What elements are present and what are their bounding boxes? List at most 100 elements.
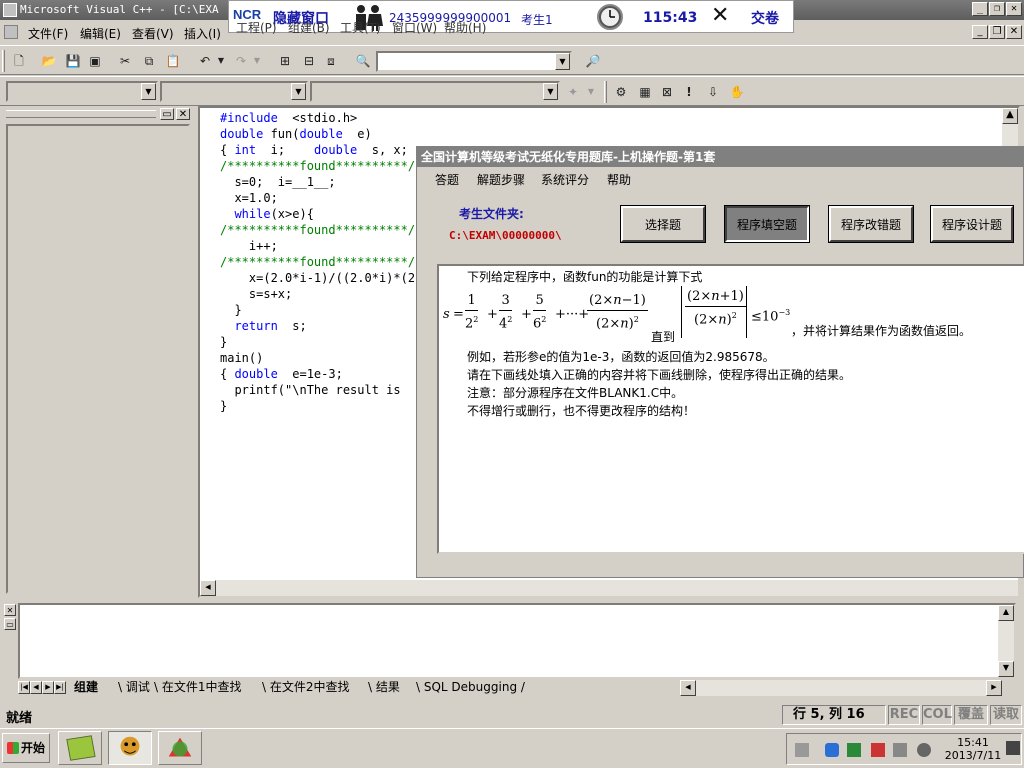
output-scroll-left-icon[interactable]: ◀ xyxy=(680,680,696,696)
editor-horizontal-scrollbar[interactable]: ◀ xyxy=(200,580,1018,596)
dialog-title[interactable]: 全国计算机等级考试无纸化专用题库-上机操作题-第1套 xyxy=(417,147,1024,167)
tab-sql-debugging[interactable]: \ SQL Debugging / xyxy=(416,680,525,696)
close-button[interactable]: ✕ xyxy=(1006,2,1022,16)
menu-window[interactable]: 窗口(W) xyxy=(392,19,437,36)
find-in-files-icon[interactable]: 🔍 xyxy=(354,52,372,70)
cursor-position: 行 5, 列 16 xyxy=(782,705,886,725)
tab-results[interactable]: \ 结果 xyxy=(368,680,400,696)
menu-file[interactable]: 文件(F) xyxy=(28,25,68,42)
members-combo[interactable]: ▼ xyxy=(310,81,560,102)
menu-edit[interactable]: 编辑(E) xyxy=(80,25,121,42)
workspace-header[interactable]: ▭ ✕ xyxy=(4,106,192,124)
question-text-area[interactable]: 下列给定程序中，函数fun的功能是计算下式 s = 1 22 + 3 42 + 56… xyxy=(437,264,1024,554)
scroll-left-icon[interactable]: ◀ xyxy=(200,580,216,596)
tab-find-in-files-2[interactable]: \ 在文件2中查找 xyxy=(262,680,350,696)
tab-find-in-files-1[interactable]: \ 在文件1中查找 xyxy=(154,680,242,696)
compile-icon[interactable]: ⚙ xyxy=(612,83,630,101)
device-icon[interactable] xyxy=(893,743,907,757)
choice-questions-button[interactable]: 选择题 xyxy=(620,205,706,243)
read-only-indicator: 读取 xyxy=(990,705,1022,725)
network-error-icon[interactable] xyxy=(871,743,885,757)
output-window-icon[interactable]: ⊟ xyxy=(300,52,318,70)
start-button[interactable]: 开始 xyxy=(2,733,50,763)
menu-bar: 文件(F) 编辑(E) 查看(V) 插入(I) 工程(P) 组建(B) 工具(T… xyxy=(0,19,1024,44)
tray-app-icon[interactable] xyxy=(847,743,861,757)
code-line[interactable]: #include <stdio.h> xyxy=(220,110,466,126)
save-all-icon[interactable]: ▣ xyxy=(86,52,104,70)
output-close-icon[interactable]: ✕ xyxy=(4,604,16,616)
output-maximize-icon[interactable]: ▭ xyxy=(4,618,16,630)
filter-combo[interactable]: ▼ xyxy=(160,81,308,102)
cut-icon[interactable]: ✂ xyxy=(116,52,134,70)
dialog-menu-answer[interactable]: 答题 xyxy=(435,171,459,188)
security-shield-icon[interactable] xyxy=(825,743,839,757)
menu-view[interactable]: 查看(V) xyxy=(132,25,174,42)
workspace-tree[interactable] xyxy=(6,124,190,594)
find-combo[interactable]: ▼ xyxy=(376,51,572,72)
paste-icon[interactable]: 📋 xyxy=(164,52,182,70)
class-combo[interactable]: ▼ xyxy=(6,81,158,102)
breakpoint-hand-icon[interactable]: ✋ xyxy=(728,83,746,101)
find-icon[interactable]: 🔎 xyxy=(584,52,602,70)
undo-dropdown-icon[interactable]: ▼ xyxy=(212,52,230,70)
build-icon[interactable]: ▦ xyxy=(636,83,654,101)
output-scroll-right-icon[interactable]: ▶ xyxy=(986,680,1002,696)
output-window[interactable]: ▲ ▼ xyxy=(18,603,1016,679)
output-scroll-up-icon[interactable]: ▲ xyxy=(998,605,1014,621)
redo-dropdown-icon[interactable]: ▼ xyxy=(248,52,266,70)
workspace-maximize-button[interactable]: ▭ xyxy=(160,108,174,120)
wizard-action-icon[interactable]: ✦ xyxy=(564,83,582,101)
menu-insert[interactable]: 插入(I) xyxy=(184,25,221,42)
tab-first-icon[interactable]: |◀ xyxy=(18,681,30,694)
execute-icon[interactable]: ! xyxy=(680,83,698,101)
taskbar-app-visual-cpp[interactable] xyxy=(158,731,202,765)
menu-project[interactable]: 工程(P) xyxy=(236,19,277,36)
dialog-menu-scoring[interactable]: 系统评分 xyxy=(541,171,589,188)
visual-cpp-app-icon xyxy=(3,3,17,17)
wizard-dropdown-icon[interactable]: ▼ xyxy=(582,83,600,101)
dialog-menu-help[interactable]: 帮助 xyxy=(607,171,631,188)
scroll-up-icon[interactable]: ▲ xyxy=(1002,108,1018,124)
taskbar: 开始 15:41 2013/7/11 xyxy=(0,728,1024,768)
output-scroll-down-icon[interactable]: ▼ xyxy=(998,661,1014,677)
wizard-build-toolbar: ▼ ▼ ▼ ✦ ▼ ⚙ ▦ ⊠ ! ⇩ ✋ xyxy=(0,76,1024,106)
tab-next-icon[interactable]: ▶ xyxy=(42,681,54,694)
stop-build-icon[interactable]: ⊠ xyxy=(658,83,676,101)
mdi-minimize-button[interactable]: _ xyxy=(972,25,988,39)
dialog-menu-steps[interactable]: 解题步骤 xyxy=(477,171,525,188)
workspace-close-button[interactable]: ✕ xyxy=(176,108,190,120)
mdi-close-button[interactable]: ✕ xyxy=(1006,25,1022,39)
keyboard-icon[interactable] xyxy=(795,743,809,757)
workspace-icon[interactable]: ⊞ xyxy=(276,52,294,70)
copy-icon[interactable]: ⧉ xyxy=(140,52,158,70)
show-desktop-icon[interactable] xyxy=(1006,741,1020,755)
tab-last-icon[interactable]: ▶| xyxy=(54,681,66,694)
taskbar-app-notebook[interactable] xyxy=(58,731,102,765)
menu-tools[interactable]: 工具(T) xyxy=(340,19,381,36)
open-folder-icon[interactable]: 📂 xyxy=(40,52,58,70)
volume-icon[interactable] xyxy=(917,743,931,757)
menu-build[interactable]: 组建(B) xyxy=(288,19,330,36)
fix-errors-button[interactable]: 程序改错题 xyxy=(828,205,914,243)
window-list-icon[interactable]: ⧈ xyxy=(322,52,340,70)
restore-button[interactable]: ❐ xyxy=(989,2,1005,16)
output-vertical-scrollbar[interactable]: ▲ ▼ xyxy=(998,605,1014,677)
overwrite-indicator: 覆盖 xyxy=(954,705,988,725)
design-program-button[interactable]: 程序设计题 xyxy=(930,205,1014,243)
clock-display: 15:41 2013/7/11 xyxy=(943,736,1003,762)
fill-blank-button[interactable]: 程序填空题 xyxy=(724,205,810,243)
new-file-icon[interactable]: 🗋 xyxy=(10,52,28,70)
tab-prev-icon[interactable]: ◀ xyxy=(30,681,42,694)
mdi-restore-button[interactable]: ❐ xyxy=(989,25,1005,39)
minimize-button[interactable]: _ xyxy=(972,2,988,16)
code-line[interactable]: double fun(double e) xyxy=(220,126,466,142)
go-icon[interactable]: ⇩ xyxy=(704,83,722,101)
save-icon[interactable]: 💾 xyxy=(64,52,82,70)
taskbar-app-exam[interactable] xyxy=(108,731,152,765)
output-horizontal-scrollbar[interactable]: ◀ ▶ xyxy=(680,680,1002,696)
tab-build[interactable]: 组建 xyxy=(74,680,98,696)
output-panel-gripper[interactable]: ✕ ▭ xyxy=(4,604,16,632)
tab-debug[interactable]: \ 调试 xyxy=(118,680,150,696)
document-icon[interactable] xyxy=(4,25,18,39)
menu-help[interactable]: 帮助(H) xyxy=(444,19,486,36)
